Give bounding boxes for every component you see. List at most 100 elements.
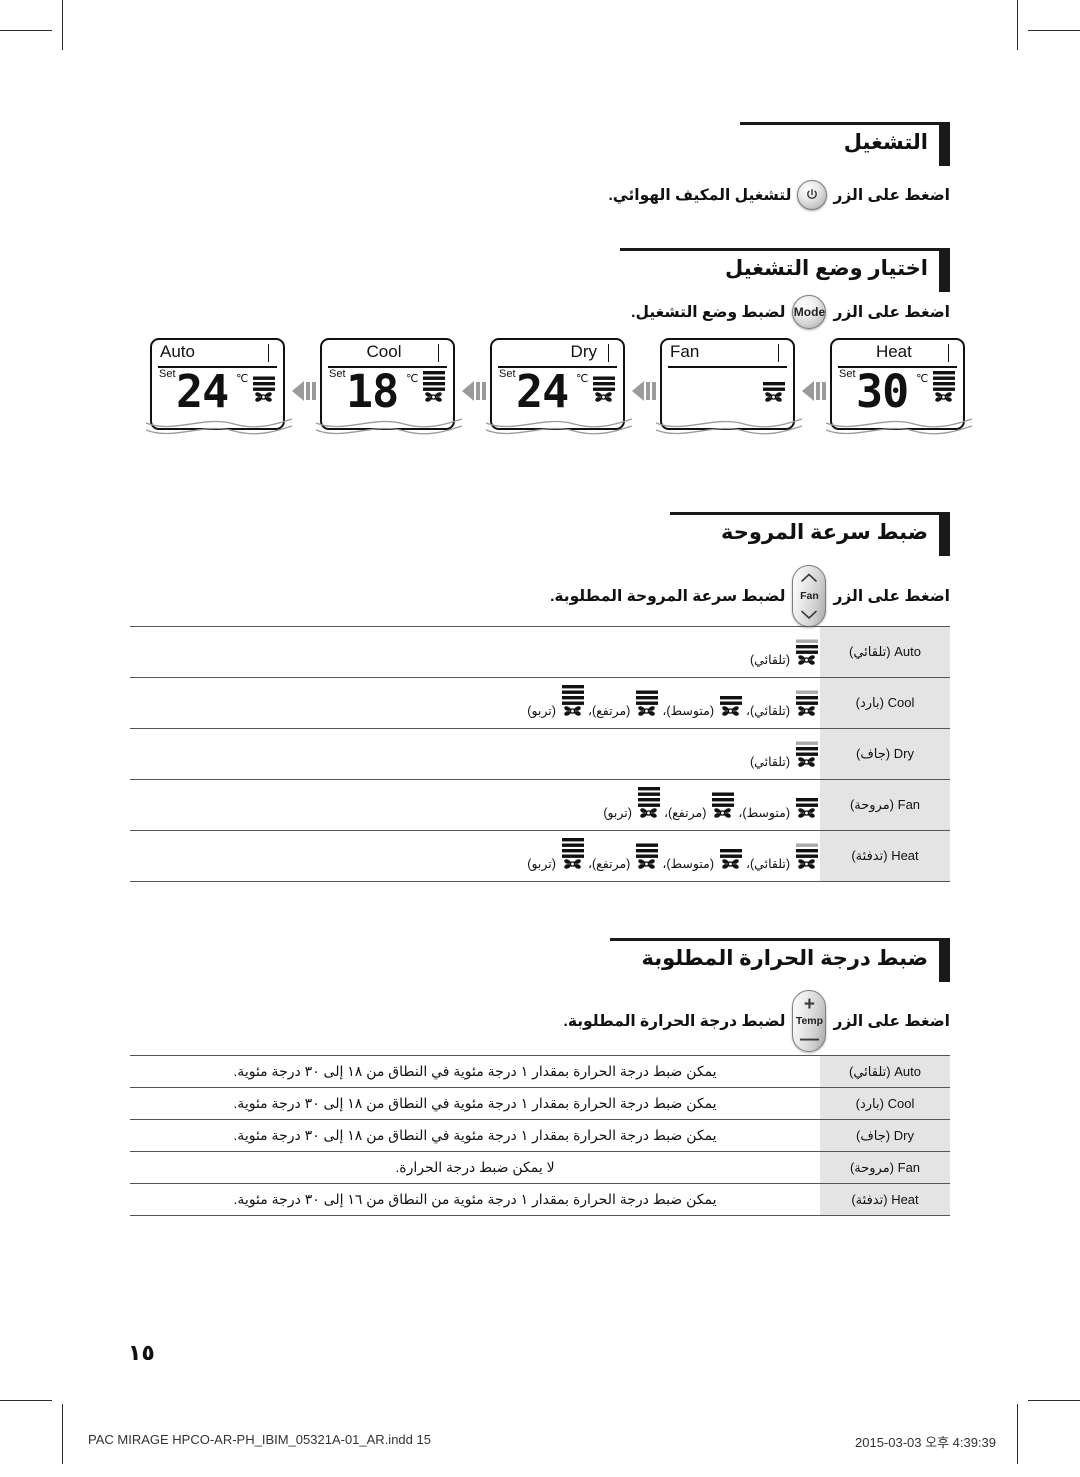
temp-description-cell: يمكن ضبط درجة الحرارة بمقدار ١ درجة مئوي… bbox=[130, 1087, 820, 1120]
flow-arrow-icon bbox=[292, 381, 316, 401]
lcd-tick-mark bbox=[777, 344, 779, 362]
fan-option-label: (تربو) bbox=[603, 805, 632, 820]
mode-button-label: Mode bbox=[793, 305, 826, 319]
fan-option: (مرتفع)، bbox=[664, 786, 736, 820]
fan-speed-icon bbox=[719, 695, 742, 716]
temp-mode-label-ar: (تلقائي) bbox=[849, 1063, 891, 1079]
operation-instruction: اضغط على الزر لتشغيل المكيف الهوائي. bbox=[608, 180, 950, 210]
fan-mode-label-cell: Auto (تلقائي) bbox=[820, 626, 950, 678]
temp-mode-label-ar: (تدفئة) bbox=[851, 1191, 888, 1207]
lcd-mode-label: Dry bbox=[570, 342, 597, 361]
chevron-down-icon[interactable] bbox=[801, 610, 818, 619]
fan-option: (متوسط)، bbox=[738, 786, 820, 820]
lcd-panel-auto: Auto Set 24 ℃ bbox=[145, 338, 293, 435]
chevron-up-icon[interactable] bbox=[801, 573, 818, 582]
fan-speed-icon bbox=[636, 843, 659, 869]
lcd-temperature-value: 24 bbox=[176, 365, 229, 418]
page-number: ١٥ bbox=[128, 1340, 155, 1365]
fan-option-label: (مرتفع)، bbox=[587, 703, 631, 718]
lcd-cut-wave bbox=[485, 418, 633, 435]
fan-option-label: (تربو) bbox=[527, 703, 556, 718]
mode-button[interactable]: Mode bbox=[792, 295, 827, 329]
flow-arrow-icon bbox=[632, 381, 656, 401]
lcd-unit-label: ℃ bbox=[236, 373, 249, 385]
fan-mode-label-cell: Fan (مروحة) bbox=[820, 779, 950, 831]
heading-bar bbox=[939, 248, 950, 292]
section-heading-temperature: ضبط درجة الحرارة المطلوبة bbox=[610, 938, 950, 992]
temp-mode-label-en: Dry bbox=[893, 1127, 914, 1143]
footer-timestamp: 2015-03-03 오후 4:39:39 bbox=[855, 1435, 997, 1450]
temp-mode-label-ar: (بارد) bbox=[855, 1095, 884, 1111]
lcd-temperature-value: 18 bbox=[346, 365, 399, 418]
fan-option-label: (تربو) bbox=[527, 856, 556, 871]
fan-mode-label-en: Auto bbox=[894, 644, 921, 659]
temp-description-cell: يمكن ضبط درجة الحرارة بمقدار ١ درجة مئوي… bbox=[130, 1055, 820, 1088]
table-bottom-border bbox=[130, 1215, 950, 1216]
temp-rocker-button[interactable]: + Temp — bbox=[792, 990, 827, 1052]
section-heading-mode: اختيار وضع التشغيل bbox=[620, 248, 950, 302]
fan-option-icon bbox=[630, 684, 660, 718]
lcd-set-label: Set bbox=[839, 368, 856, 380]
operation-title: التشغيل bbox=[843, 131, 928, 154]
mode-instruction: اضغط على الزر Mode لضبط وضع التشغيل. bbox=[631, 295, 950, 329]
table-row: Dry (جاف) (تلقائي) bbox=[130, 728, 950, 780]
lcd-set-label: Set bbox=[159, 368, 176, 380]
fan-rocker-button[interactable]: Fan bbox=[792, 565, 827, 627]
fan-option: (مرتفع)، bbox=[588, 684, 660, 718]
fan-mode-label-en: Fan bbox=[897, 797, 921, 812]
temp-mode-label-cell: Dry (جاف) bbox=[820, 1119, 950, 1152]
fan-instruction-before: اضغط على الزر bbox=[833, 587, 950, 605]
fan-speed-icon bbox=[763, 382, 785, 402]
fan-mode-label-en: Cool bbox=[887, 695, 915, 710]
fan-option-icon bbox=[556, 684, 586, 718]
fan-option-label: (مرتفع)، bbox=[587, 856, 631, 871]
fan-option-label: (متوسط)، bbox=[662, 703, 714, 718]
fan-option: (تلقائي) bbox=[750, 633, 820, 667]
table-row: Auto (تلقائي) (تلقائي) bbox=[130, 626, 950, 678]
mode-instruction-before: اضغط على الزر bbox=[833, 303, 950, 321]
temp-mode-label-cell: Heat (تدفئة) bbox=[820, 1183, 950, 1216]
lcd-fan-indicator bbox=[593, 370, 617, 411]
fan-mode-label-en: Heat bbox=[891, 848, 919, 863]
section-heading-operation: التشغيل bbox=[740, 122, 950, 176]
fan-mode-label-ar: (تدفئة) bbox=[851, 848, 888, 863]
fan-mode-label-en: Dry bbox=[893, 746, 914, 761]
power-button[interactable] bbox=[797, 180, 828, 210]
lcd-tick-mark bbox=[607, 344, 609, 362]
flow-arrow-icon bbox=[802, 381, 826, 401]
fan-mode-label-ar: (جاف) bbox=[856, 746, 891, 761]
fan-option: (تربو) bbox=[527, 837, 586, 871]
temp-mode-label-ar: (مروحة) bbox=[849, 1159, 895, 1175]
fan-option: (تربو) bbox=[527, 684, 586, 718]
minus-icon[interactable]: — bbox=[800, 1030, 819, 1049]
temp-mode-label-cell: Cool (بارد) bbox=[820, 1087, 950, 1120]
fan-option-icon bbox=[790, 786, 820, 820]
heading-rule bbox=[620, 248, 950, 251]
plus-icon[interactable]: + bbox=[804, 995, 815, 1014]
lcd-panel-heat: Heat Set 30 ℃ bbox=[825, 338, 973, 435]
fan-option: (تلقائي)، bbox=[746, 837, 820, 871]
temp-mode-label-ar: (جاف) bbox=[856, 1127, 891, 1143]
fan-speed-table: Auto (تلقائي) (تلقائي) Cool (بارد) (تلقائي)… bbox=[130, 626, 950, 882]
lcd-mode-label: Heat bbox=[875, 342, 912, 361]
lcd-panel-sequence: Auto Set 24 ℃ Cool Set 18 ℃ Dry Set 24 ℃ Fan Heat Set 3… bbox=[145, 338, 973, 453]
fan-speed-icon bbox=[423, 371, 445, 402]
fan-mode-label-cell: Cool (بارد) bbox=[820, 677, 950, 729]
lcd-cut-wave bbox=[825, 418, 973, 435]
fan-mode-label-ar: (تلقائي) bbox=[849, 644, 891, 659]
fan-option: (متوسط)، bbox=[662, 837, 744, 871]
fan-speed-icon bbox=[719, 848, 742, 869]
temp-description-cell: لا يمكن ضبط درجة الحرارة. bbox=[130, 1151, 820, 1184]
fan-option: (تلقائي) bbox=[750, 735, 820, 769]
fan-option: (متوسط)، bbox=[662, 684, 744, 718]
table-row: Heat (تدفئة) (تلقائي)، (متوسط)، (مرتفع)، (تر… bbox=[130, 830, 950, 882]
table-row: Auto (تلقائي) يمكن ضبط درجة الحرارة بمقدا… bbox=[130, 1055, 950, 1088]
power-icon bbox=[807, 189, 818, 199]
lcd-panel-cool: Cool Set 18 ℃ bbox=[315, 338, 463, 435]
fan-speed-title: ضبط سرعة المروحة bbox=[721, 521, 928, 544]
table-row: Dry (جاف) يمكن ضبط درجة الحرارة بمقدار ١ … bbox=[130, 1119, 950, 1152]
fan-option-label: (تلقائي) bbox=[750, 652, 790, 667]
lcd-tick-mark bbox=[437, 344, 439, 362]
fan-option-icon bbox=[630, 837, 660, 871]
fan-speed-icon bbox=[637, 786, 660, 818]
